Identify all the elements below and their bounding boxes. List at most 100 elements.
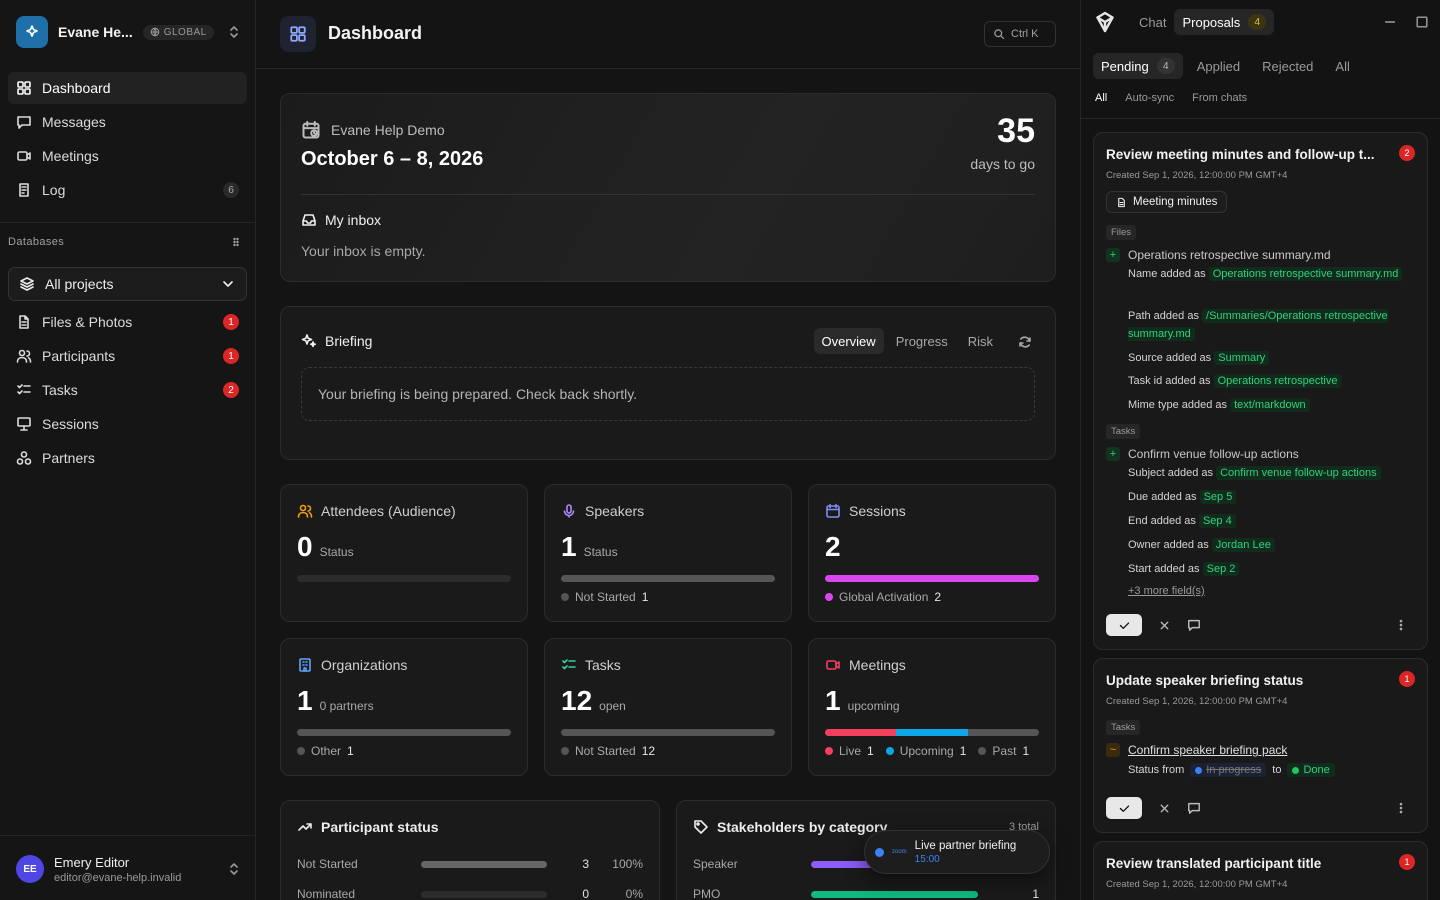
card-title-row: Stakeholders by category <box>693 819 887 835</box>
approve-button[interactable] <box>1106 797 1142 819</box>
approve-button[interactable] <box>1106 614 1142 636</box>
assistant-panel: Chat Proposals 4 Pending 4 Applied Rejec… <box>1080 0 1440 900</box>
tab-progress[interactable]: Progress <box>888 328 956 354</box>
event-name: Evane Help Demo <box>331 122 445 138</box>
command-search-button[interactable]: Ctrl K <box>984 21 1056 47</box>
reject-x-icon[interactable] <box>1158 619 1171 632</box>
reject-x-icon[interactable] <box>1158 802 1171 815</box>
list-checks-icon <box>562 659 576 670</box>
legend-label: Global Activation <box>839 590 929 604</box>
nav-item-partners[interactable]: Partners <box>8 442 247 474</box>
refresh-icon[interactable] <box>1017 334 1033 350</box>
legend-label: Not Started <box>575 590 636 604</box>
toast-time: 15:00 <box>914 853 940 865</box>
chevrons-up-down-icon[interactable] <box>226 24 242 40</box>
check-icon <box>1119 804 1129 812</box>
status-prefix: Status from <box>1128 764 1185 776</box>
legend-label: Live <box>839 744 862 758</box>
minimize-icon[interactable] <box>1383 15 1397 29</box>
comment-icon[interactable] <box>1187 618 1201 632</box>
nav-item-messages[interactable]: Messages <box>8 106 247 138</box>
filter-applied[interactable]: Applied <box>1189 53 1248 79</box>
nav-item-sessions[interactable]: Sessions <box>8 408 247 440</box>
nav-item-tasks[interactable]: Tasks 2 <box>8 374 247 406</box>
filter-pending[interactable]: Pending 4 <box>1093 53 1183 79</box>
check-icon <box>1119 621 1129 629</box>
tab-proposals[interactable]: Proposals 4 <box>1174 9 1275 35</box>
nav-label: Meetings <box>42 148 99 164</box>
days-to-go-label: days to go <box>970 156 1035 172</box>
status-dot <box>1292 766 1300 774</box>
nav-item-dashboard[interactable]: Dashboard <box>8 72 247 104</box>
count-badge: 2 <box>223 382 239 398</box>
workspace-scope-badge: GLOBAL <box>142 24 214 40</box>
stat-card-meetings[interactable]: Meetings 1 upcoming Live 1 Upcoming 1 Pa… <box>808 638 1056 776</box>
bar-segment-not-started <box>561 575 775 582</box>
field-key: Start added as <box>1128 563 1200 575</box>
divider <box>1081 118 1440 119</box>
stat-card-attendees[interactable]: Attendees (Audience) 0 Status <box>280 484 528 622</box>
stat-title: Meetings <box>849 657 906 673</box>
inbox-empty-text: Your inbox is empty. <box>301 243 426 259</box>
row-percent: 0% <box>625 887 643 900</box>
proposal-card[interactable]: Review meeting minutes and follow-up t..… <box>1093 132 1428 650</box>
page-title: Dashboard <box>328 23 423 43</box>
source-all[interactable]: All <box>1095 92 1107 104</box>
nav-label: Partners <box>42 450 95 466</box>
stat-card-organizations[interactable]: Organizations 1 0 partners Other 1 <box>280 638 528 776</box>
more-vertical-icon[interactable] <box>1394 618 1408 632</box>
main-content: Dashboard Ctrl K Evane Help Demo October… <box>256 0 1080 900</box>
calendar-icon <box>826 503 840 518</box>
proposal-card[interactable]: Update speaker briefing status 1 Created… <box>1093 658 1428 833</box>
pending-count-badge: 4 <box>1156 58 1175 74</box>
more-vertical-icon[interactable] <box>1394 801 1408 815</box>
nav-item-files-photos[interactable]: Files & Photos 1 <box>8 306 247 338</box>
panel-header: Chat Proposals 4 <box>1081 0 1440 44</box>
nav-item-participants[interactable]: Participants 1 <box>8 340 247 372</box>
stat-card-tasks[interactable]: Tasks 12 open Not Started 12 <box>544 638 792 776</box>
legend-dot <box>297 747 305 755</box>
nav-item-log[interactable]: Log 6 <box>8 174 247 206</box>
section-label-files: Files <box>1106 225 1137 240</box>
zoom-logo-icon: zoom <box>892 849 907 855</box>
building-icon <box>299 658 311 672</box>
tab-overview[interactable]: Overview <box>813 328 884 354</box>
video-icon <box>826 660 840 670</box>
card-title-row: Participant status <box>297 819 438 835</box>
filter-all[interactable]: All <box>1327 53 1357 79</box>
tab-risk[interactable]: Risk <box>960 328 1001 354</box>
divider <box>301 194 1035 195</box>
stat-card-speakers[interactable]: Speakers 1 Status Not Started 1 <box>544 484 792 622</box>
stat-card-sessions[interactable]: Sessions 2 Global Activation 2 <box>808 484 1056 622</box>
field-change: Name added as Operations retrospective s… <box>1128 265 1418 283</box>
tab-chat[interactable]: Chat <box>1131 9 1174 35</box>
comment-icon[interactable] <box>1187 801 1201 815</box>
source-from-chats[interactable]: From chats <box>1192 92 1247 104</box>
maximize-icon[interactable] <box>1415 15 1429 29</box>
event-dates: October 6 – 8, 2026 <box>301 148 484 170</box>
operation-target[interactable]: Confirm speaker briefing pack <box>1128 743 1287 757</box>
source-auto-sync[interactable]: Auto-sync <box>1125 92 1174 104</box>
drag-handle-icon[interactable] <box>230 236 242 248</box>
workspace-switcher[interactable]: Evane He... GLOBAL <box>16 16 242 48</box>
briefing-tabs: Overview Progress Risk <box>813 328 1002 354</box>
live-meeting-toast[interactable]: zoom Live partner briefing 15:00 <box>864 830 1050 874</box>
legend-dot <box>978 747 987 755</box>
field-key: Path added as <box>1128 310 1199 322</box>
field-change: Owner added as Jordan Lee <box>1128 536 1418 554</box>
source-chip[interactable]: Meeting minutes <box>1106 191 1228 213</box>
field-key: Task id added as <box>1128 375 1211 387</box>
row-track <box>421 890 547 898</box>
video-icon <box>17 151 31 161</box>
field-change: Mime type added as text/markdown <box>1128 396 1418 414</box>
log-count-badge: 6 <box>223 182 239 198</box>
legend-label: Not Started <box>575 744 636 758</box>
filter-rejected[interactable]: Rejected <box>1254 53 1321 79</box>
nav-item-meetings[interactable]: Meetings <box>8 140 247 172</box>
stat-value-row: 12 open <box>561 685 626 717</box>
stat-legend: Global Activation 2 <box>825 590 947 604</box>
user-menu[interactable]: EE Emery Editor editor@evane-help.invali… <box>16 852 242 886</box>
proposal-card[interactable]: Review translated participant title 1 Cr… <box>1093 841 1428 900</box>
more-fields-link[interactable]: +3 more field(s) <box>1128 585 1205 597</box>
project-select[interactable]: All projects <box>8 267 247 301</box>
